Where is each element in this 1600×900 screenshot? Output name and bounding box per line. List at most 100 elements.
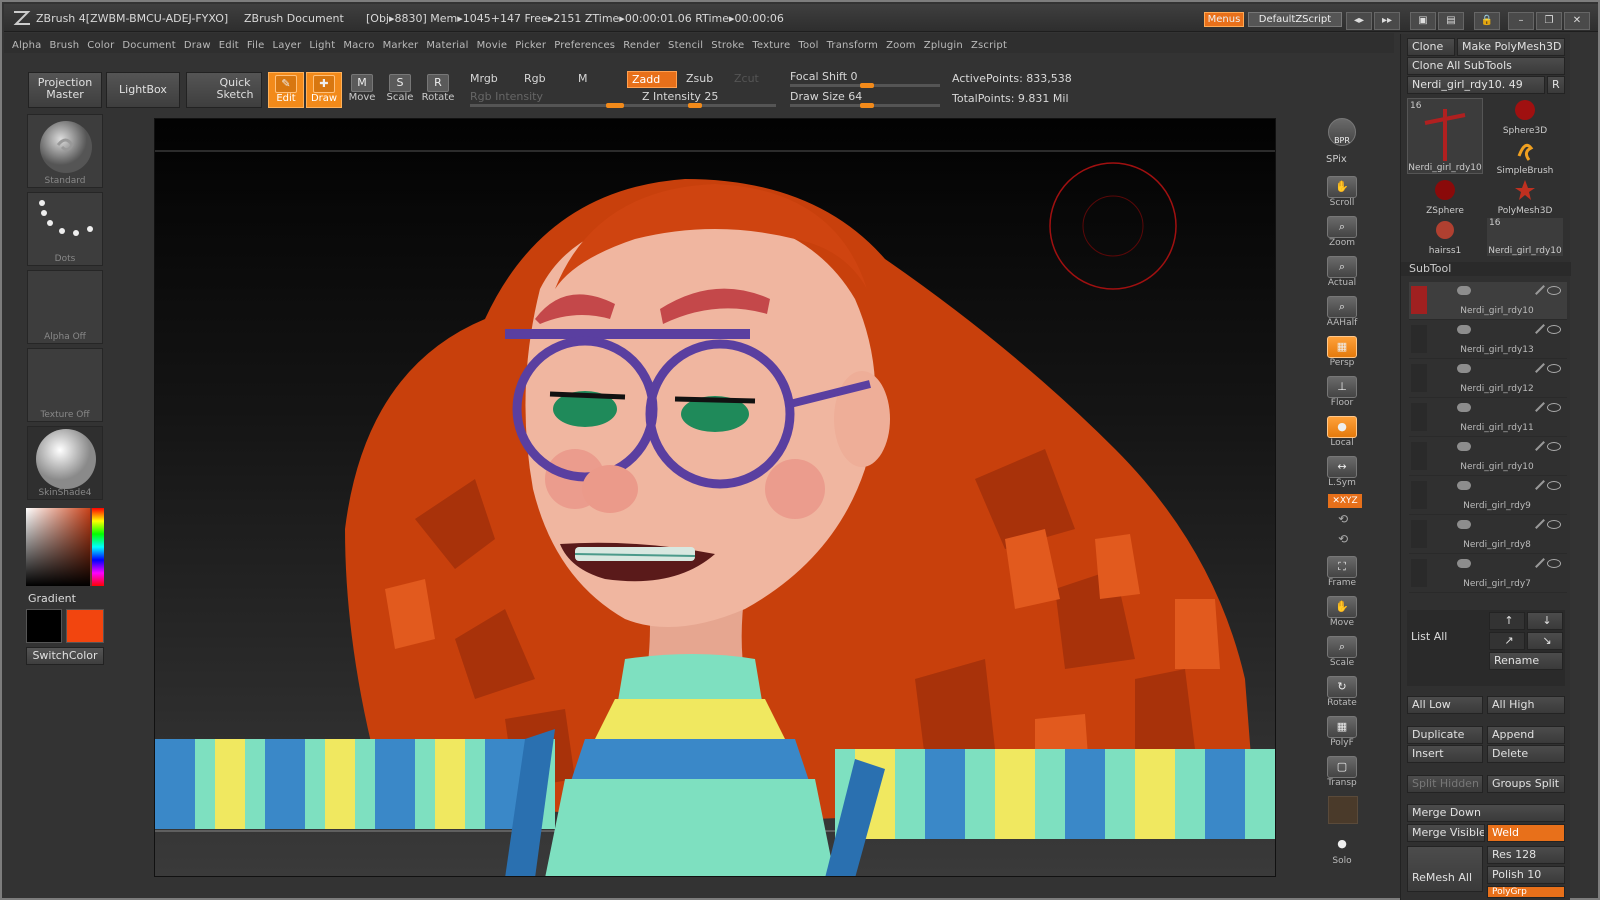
gradient-label[interactable]: Gradient: [28, 592, 76, 605]
insert-button[interactable]: Insert: [1407, 745, 1483, 763]
menu-zplugin[interactable]: Zplugin: [924, 40, 963, 51]
menu-file[interactable]: File: [247, 40, 265, 51]
transp-button[interactable]: ▢ Transp: [1322, 754, 1362, 792]
default-zscript-button[interactable]: DefaultZScript: [1248, 12, 1342, 27]
zcut-button[interactable]: Zcut: [734, 72, 759, 85]
menu-render[interactable]: Render: [623, 40, 660, 51]
polypaint-toggle-icon[interactable]: [1457, 325, 1471, 334]
menus-button[interactable]: Menus: [1204, 12, 1244, 27]
menu-texture[interactable]: Texture: [752, 40, 790, 51]
zsub-button[interactable]: Zsub: [686, 72, 713, 85]
rgb-intensity-track[interactable]: [470, 103, 630, 108]
ghost-button[interactable]: [1328, 796, 1358, 824]
res-slider[interactable]: Res 128: [1487, 846, 1565, 864]
reset-button[interactable]: R: [1547, 76, 1565, 94]
m-button[interactable]: M: [578, 72, 588, 85]
color-field[interactable]: [26, 508, 90, 586]
hue-strip[interactable]: [92, 508, 104, 586]
all-low-button[interactable]: All Low: [1407, 696, 1483, 714]
subtool-row[interactable]: Nerdi_girl_rdy9: [1409, 477, 1567, 515]
quick-sketch-button[interactable]: Quick Sketch: [186, 72, 262, 108]
tool-tile-hairss1[interactable]: hairss1: [1407, 218, 1483, 256]
brush-icon[interactable]: [1535, 402, 1545, 412]
polypaint-toggle-icon[interactable]: [1457, 520, 1471, 529]
brush-icon[interactable]: [1535, 558, 1545, 568]
xyz-toggle[interactable]: ✕XYZ: [1328, 494, 1362, 508]
tool-tile-zsphere[interactable]: ZSphere: [1407, 178, 1483, 216]
eye-icon[interactable]: [1547, 286, 1561, 295]
merge-visible-button[interactable]: Merge Visible: [1407, 824, 1485, 842]
menu-tool[interactable]: Tool: [798, 40, 818, 51]
menu-zscript[interactable]: Zscript: [971, 40, 1007, 51]
subtool-row[interactable]: Nerdi_girl_rdy10: [1409, 282, 1567, 320]
lightbox-button[interactable]: LightBox: [106, 72, 180, 108]
brush-icon[interactable]: [1535, 363, 1545, 373]
projection-master-button[interactable]: Projection Master: [28, 72, 102, 108]
menu-marker[interactable]: Marker: [383, 40, 419, 51]
polypaint-toggle-icon[interactable]: [1457, 442, 1471, 451]
draw-size-slider[interactable]: Draw Size 64: [790, 90, 862, 103]
lsym-button[interactable]: ↔ L.Sym: [1322, 454, 1362, 492]
subtool-row[interactable]: Nerdi_girl_rdy7: [1409, 555, 1567, 593]
polish-slider[interactable]: Polish 10: [1487, 866, 1565, 884]
layout-icon[interactable]: ▣: [1410, 12, 1436, 30]
subtool-row[interactable]: Nerdi_girl_rdy11: [1409, 399, 1567, 437]
rgb-button[interactable]: Rgb: [524, 72, 546, 85]
eye-icon[interactable]: [1547, 442, 1561, 451]
viewport-canvas[interactable]: [154, 118, 1276, 877]
all-high-button[interactable]: All High: [1487, 696, 1565, 714]
move-up-icon[interactable]: ↑: [1489, 612, 1525, 630]
minimize-icon[interactable]: –: [1508, 12, 1534, 30]
spix-slider[interactable]: SPix: [1326, 154, 1347, 165]
move-down-icon[interactable]: ↓: [1527, 612, 1563, 630]
move-mode-button[interactable]: M Move: [344, 72, 380, 108]
subtool-row[interactable]: Nerdi_girl_rdy8: [1409, 516, 1567, 554]
subtool-row[interactable]: Nerdi_girl_rdy13: [1409, 321, 1567, 359]
polypaint-toggle-icon[interactable]: [1457, 364, 1471, 373]
switch-color-button[interactable]: SwitchColor: [26, 647, 104, 665]
polypaint-toggle-icon[interactable]: [1457, 559, 1471, 568]
eye-icon[interactable]: [1547, 403, 1561, 412]
eye-icon[interactable]: [1547, 520, 1561, 529]
draw-size-track[interactable]: [790, 103, 940, 108]
tool-tile-sphere3d[interactable]: Sphere3D: [1487, 98, 1563, 136]
list-all-button[interactable]: List All: [1411, 630, 1447, 643]
tool-tile-simplebrush[interactable]: SimpleBrush: [1487, 138, 1563, 176]
brush-icon[interactable]: [1535, 285, 1545, 295]
rotate-y-icon[interactable]: ⟲: [1338, 512, 1348, 526]
rotate-view-button[interactable]: ↻ Rotate: [1322, 674, 1362, 712]
tool-tile-polymesh3d[interactable]: PolyMesh3D: [1487, 178, 1563, 216]
menu-stroke[interactable]: Stroke: [711, 40, 744, 51]
weld-toggle[interactable]: Weld: [1487, 824, 1565, 842]
clone-all-subtools-button[interactable]: Clone All SubTools: [1407, 57, 1565, 75]
menu-brush[interactable]: Brush: [49, 40, 79, 51]
rotate-z-icon[interactable]: ⟲: [1338, 532, 1348, 546]
lock-icon[interactable]: 🔒: [1474, 12, 1500, 30]
bpr-button[interactable]: BPR: [1322, 116, 1362, 154]
delete-button[interactable]: Delete: [1487, 745, 1565, 763]
zadd-button[interactable]: Zadd: [627, 71, 678, 88]
material-selector[interactable]: SkinShade4: [27, 426, 103, 500]
brush-icon[interactable]: [1535, 324, 1545, 334]
menu-color[interactable]: Color: [87, 40, 114, 51]
menu-movie[interactable]: Movie: [477, 40, 508, 51]
subtool-row[interactable]: Nerdi_girl_rdy10: [1409, 438, 1567, 476]
polygrp-toggle[interactable]: PolyGrp: [1487, 886, 1565, 898]
rotate-mode-button[interactable]: R Rotate: [420, 72, 456, 108]
eye-icon[interactable]: [1547, 364, 1561, 373]
frame-button[interactable]: ⛶ Frame: [1322, 554, 1362, 592]
scroll-button[interactable]: ✋ Scroll: [1322, 174, 1362, 212]
alpha-selector[interactable]: Alpha Off: [27, 270, 103, 344]
eye-icon[interactable]: [1547, 559, 1561, 568]
menu-draw[interactable]: Draw: [184, 40, 211, 51]
polypaint-toggle-icon[interactable]: [1457, 481, 1471, 490]
eye-icon[interactable]: [1547, 481, 1561, 490]
merge-down-button[interactable]: Merge Down: [1407, 804, 1565, 822]
make-polymesh-button[interactable]: Make PolyMesh3D: [1457, 38, 1565, 56]
floor-button[interactable]: ⊥ Floor: [1322, 374, 1362, 412]
primary-color-swatch[interactable]: [66, 609, 104, 643]
scroll-right-icon[interactable]: ▸▸: [1374, 12, 1400, 30]
polyf-button[interactable]: ▦ PolyF: [1322, 714, 1362, 752]
remesh-all-button[interactable]: ReMesh All: [1407, 846, 1483, 892]
menu-material[interactable]: Material: [426, 40, 468, 51]
